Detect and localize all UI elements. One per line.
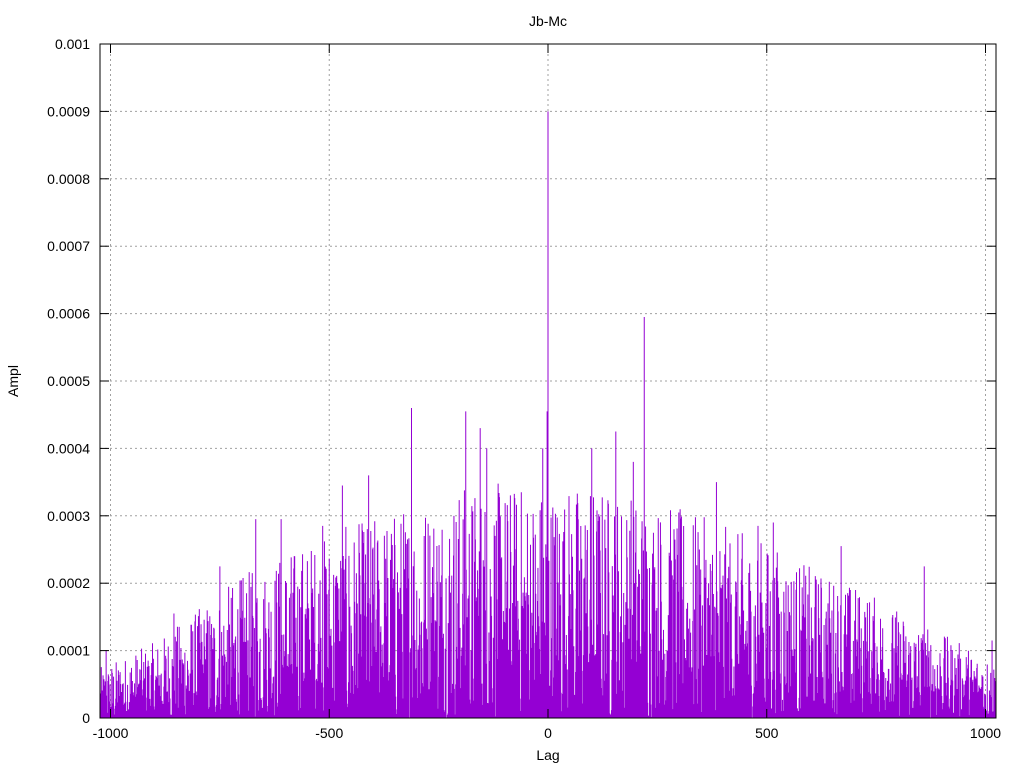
x-tick-label: 1000 (970, 725, 1001, 741)
x-tick-label: 500 (755, 725, 779, 741)
y-tick-label: 0.0001 (47, 643, 90, 659)
x-tick-label: -500 (315, 725, 343, 741)
chart-svg: 0 0.0001 0.0002 0.0003 0.0004 0.0005 0.0006 0.0… (5, 13, 1001, 763)
chart-title: Jb-Mc (529, 13, 567, 29)
y-tick-label: 0.0008 (47, 171, 90, 187)
x-tick-label: 0 (544, 725, 552, 741)
x-tick-label: -1000 (93, 725, 129, 741)
y-tick-label: 0.0006 (47, 306, 90, 322)
y-tick-label: 0.0009 (47, 103, 90, 119)
y-tick-label: 0.0005 (47, 373, 90, 389)
y-tick-label: 0.0003 (47, 508, 90, 524)
y-tick-label: 0.001 (55, 36, 90, 52)
x-axis-label: Lag (536, 747, 559, 763)
y-tick-label: 0.0002 (47, 575, 90, 591)
y-tick-label: 0 (82, 710, 90, 726)
y-axis-label: Ampl (5, 365, 21, 397)
impulse-bars (99, 111, 997, 718)
series-impulses (99, 111, 997, 718)
y-tick-label: 0.0004 (47, 440, 90, 456)
y-tick-label: 0.0007 (47, 238, 90, 254)
